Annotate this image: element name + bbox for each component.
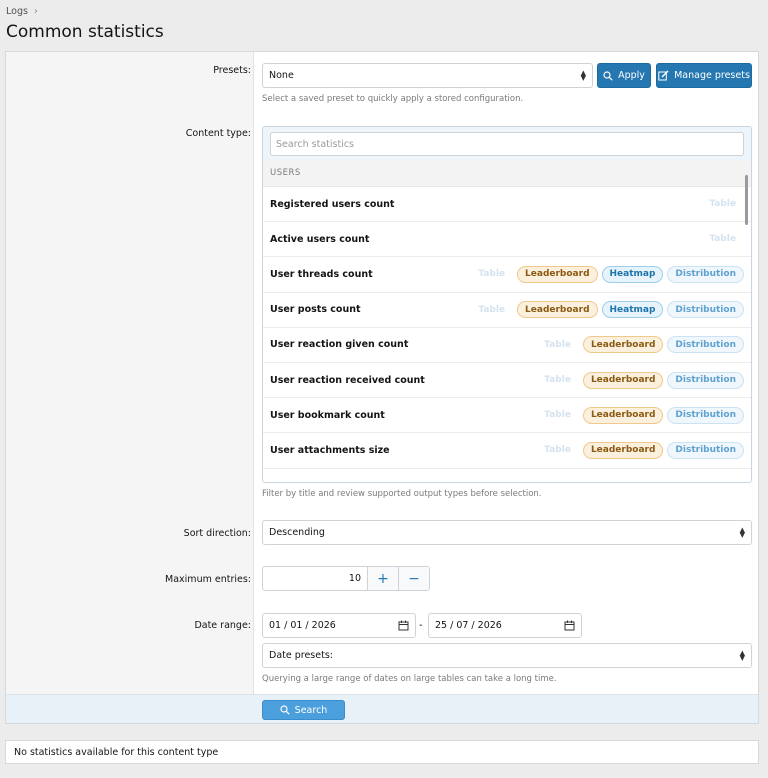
content-type-label: Content type: [185,128,251,139]
statistic-title: User posts count [270,304,361,316]
statistic-option[interactable]: Registered users count Table [263,187,751,223]
statistic-option[interactable]: User threads count Table Leaderboard Heatma… [263,257,751,293]
date-presets-select[interactable]: Date presets: ▲ ▼ [262,643,752,668]
output-type-tags: Table Leaderboard Distribution [536,371,744,389]
output-type-tag-table: Table [709,234,736,245]
presets-label: Presets: [213,65,251,76]
select-arrows-icon: ▲ ▼ [739,525,745,539]
statistic-option[interactable]: User reaction given count Table Leaderboar… [263,328,751,363]
output-type-tag-table: Table [544,375,571,386]
output-type-tags: Table [701,196,744,213]
statistic-title: User threads count [270,268,373,280]
statistic-option[interactable]: User attachments size Table Leaderboard Dis… [263,433,751,469]
submit-row: Search [6,694,758,723]
output-type-tag-heatmap: Heatmap [601,301,664,319]
output-type-tags: Table Leaderboard Distribution [536,406,744,424]
date-range-label: Date range: [194,620,251,631]
select-arrows-icon: ▲ ▼ [580,68,586,82]
search-button[interactable]: Search [262,700,345,720]
sort-direction-label: Sort direction: [183,528,251,539]
presets-select[interactable]: None ▲ ▼ [262,63,593,88]
content-type-explain: Filter by title and review supported out… [262,489,542,499]
maximum-entries-label: Maximum entries: [165,574,251,585]
statistic-title: User attachments size [270,444,390,456]
output-type-tags: Table [701,231,744,248]
statistic-title: User bookmark count [270,409,385,421]
search-statistics-input[interactable]: Search statistics [270,132,744,156]
edit-icon [658,70,669,81]
date-range-separator: - [419,620,423,631]
apply-button[interactable]: Apply [597,63,651,88]
output-type-tag-table: Table [709,199,736,210]
breadcrumb-separator-icon: › [33,6,38,17]
end-date-value: 25 / 07 / 2026 [435,620,502,631]
statistic-title: Active users count [270,233,370,245]
search-icon [280,705,290,715]
manage-presets-button-label: Manage presets [674,70,750,81]
output-type-tags: Table Leaderboard Distribution [536,336,744,354]
statistic-title: User reaction given count [270,339,409,351]
output-type-tag-distribution: Distribution [667,441,744,459]
form-label-column [6,52,254,694]
output-type-tags: Table Leaderboard Heatmap Distribution [470,265,744,283]
statistics-list-scrollbar[interactable] [745,175,748,225]
statistic-option[interactable]: Active users count Table [263,222,751,258]
output-type-tag-table: Table [478,304,506,315]
statistics-list[interactable]: USERS Registered users count Table Active … [263,160,751,482]
start-date-value: 01 / 01 / 2026 [269,620,336,631]
statistic-title: Registered users count [270,198,395,210]
output-type-tag-heatmap: Heatmap [601,265,664,283]
output-type-tag-distribution: Distribution [667,301,744,319]
page-title: Common statistics [6,22,164,42]
no-statistics-message: No statistics available for this content… [5,740,759,764]
calendar-icon[interactable] [398,620,409,631]
start-date-input[interactable]: 01 / 01 / 2026 [262,613,416,638]
output-type-tag-leaderboard: Leaderboard [517,265,598,283]
output-type-tag-distribution: Distribution [667,371,744,389]
calendar-icon[interactable] [564,620,575,631]
statistics-form: Presets: None ▲ ▼ Apply Manage presets Se… [5,51,759,724]
output-type-tag-distribution: Distribution [667,336,744,354]
search-icon [603,70,613,81]
output-type-tag-leaderboard: Leaderboard [582,336,664,354]
date-range-explain: Querying a large range of dates on large… [262,674,557,684]
search-button-label: Search [294,704,328,716]
output-type-tag-table: Table [544,339,571,350]
output-type-tag-table: Table [478,269,506,280]
output-type-tag-table: Table [544,410,571,421]
statistic-title: User reaction received count [270,374,425,386]
statistic-option[interactable]: User bookmark count Table Leaderboard Distr… [263,398,751,434]
output-type-tag-distribution: Distribution [667,265,744,283]
select-arrows-icon: ▲ ▼ [739,648,745,662]
decrement-button[interactable]: − [398,567,429,590]
statistic-option[interactable]: User posts count Table Leaderboard Heatmap D… [263,293,751,328]
sort-direction-value: Descending [269,527,325,538]
sort-direction-select[interactable]: Descending ▲ ▼ [262,520,752,545]
output-type-tag-leaderboard: Leaderboard [582,371,664,389]
output-type-tag-leaderboard: Leaderboard [582,441,664,459]
apply-button-label: Apply [618,70,645,81]
presets-select-value: None [269,70,294,81]
statistic-option[interactable]: User reaction received count Table Leaderb… [263,363,751,399]
output-type-tag-table: Table [544,445,571,456]
date-presets-value: Date presets: [269,650,333,661]
statistics-picker: Search statistics USERS Registered users… [262,126,752,483]
output-type-tags: Table Leaderboard Distribution [536,441,744,459]
end-date-input[interactable]: 25 / 07 / 2026 [428,613,582,638]
presets-explain: Select a saved preset to quickly apply a… [262,94,524,104]
increment-button[interactable]: + [367,567,398,590]
manage-presets-button[interactable]: Manage presets [656,63,752,88]
maximum-entries-input[interactable]: 10 [263,567,367,590]
output-type-tags: Table Leaderboard Heatmap Distribution [470,301,744,319]
breadcrumb: Logs › [6,6,38,17]
breadcrumb-logs-link[interactable]: Logs [6,6,28,17]
output-type-tag-leaderboard: Leaderboard [582,406,664,424]
output-type-tag-leaderboard: Leaderboard [517,301,598,319]
output-type-tag-distribution: Distribution [667,406,744,424]
group-heading-users: USERS [263,160,751,187]
maximum-entries-stepper: 10 + − [262,566,430,591]
